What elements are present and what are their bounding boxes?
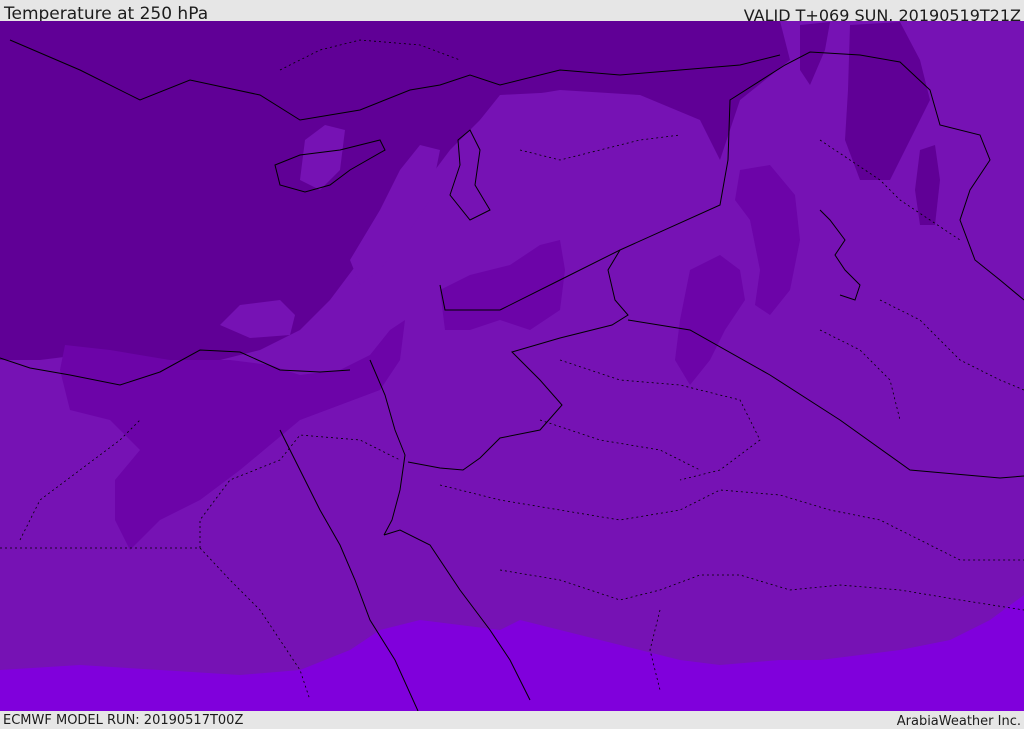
- temperature-map: [0, 21, 1024, 711]
- map-canvas: [0, 21, 1024, 711]
- model-run-label: ECMWF MODEL RUN: 20190517T00Z: [3, 713, 244, 728]
- header-bar: Temperature at 250 hPa VALID T+069 SUN. …: [0, 0, 1024, 25]
- footer-bar: ECMWF MODEL RUN: 20190517T00Z ArabiaWeat…: [0, 711, 1024, 729]
- credit-label: ArabiaWeather Inc.: [896, 714, 1021, 729]
- weather-map-page: Temperature at 250 hPa VALID T+069 SUN. …: [0, 0, 1024, 729]
